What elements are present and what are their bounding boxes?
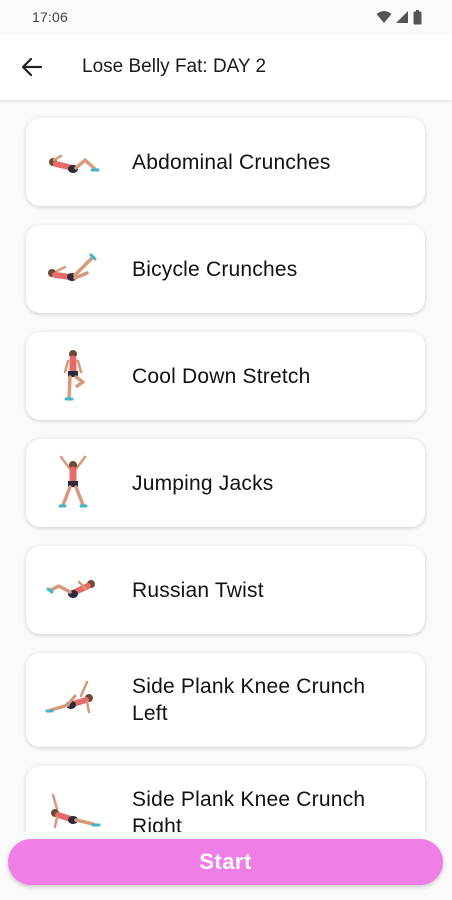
russian-twist-figure-icon xyxy=(46,580,95,598)
side-plank-left-figure-icon xyxy=(45,680,93,714)
exercise-label: Jumping Jacks xyxy=(132,471,274,495)
bicycle-crunches-figure-icon xyxy=(48,253,97,281)
status-icons xyxy=(376,9,422,25)
exercise-thumbnail xyxy=(40,670,106,730)
exercise-card-cool-down-stretch[interactable]: Cool Down Stretch xyxy=(26,332,425,420)
exercise-list[interactable]: Abdominal Crunches Bicycle Crunches Cool… xyxy=(0,100,452,832)
exercise-card-russian-twist[interactable]: Russian Twist xyxy=(26,546,425,634)
exercise-label: Abdominal Crunches xyxy=(132,150,331,174)
exercise-thumbnail xyxy=(40,560,106,620)
exercise-card-side-plank-right[interactable]: Side Plank Knee Crunch Right xyxy=(26,766,425,832)
exercise-label: Russian Twist xyxy=(132,578,264,602)
back-button[interactable] xyxy=(12,47,52,87)
wifi-icon xyxy=(376,11,392,23)
arrow-left-icon xyxy=(21,57,43,77)
jumping-jacks-figure-icon xyxy=(58,455,88,508)
exercise-thumbnail xyxy=(40,346,106,406)
exercise-thumbnail xyxy=(40,783,106,832)
side-plank-right-figure-icon xyxy=(51,793,101,829)
exercise-card-side-plank-left[interactable]: Side Plank Knee Crunch Left xyxy=(26,653,425,747)
signal-icon xyxy=(396,11,408,23)
exercise-card-jumping-jacks[interactable]: Jumping Jacks xyxy=(26,439,425,527)
exercise-label: Cool Down Stretch xyxy=(132,364,311,388)
exercise-card-bicycle-crunches[interactable]: Bicycle Crunches xyxy=(26,225,425,313)
exercise-card-abdominal-crunches[interactable]: Abdominal Crunches xyxy=(26,118,425,206)
start-button[interactable]: Start xyxy=(8,839,443,885)
status-bar: 17:06 xyxy=(0,0,452,34)
status-time: 17:06 xyxy=(32,9,69,25)
page-title: Lose Belly Fat: DAY 2 xyxy=(82,56,267,77)
exercise-label: Bicycle Crunches xyxy=(132,257,298,281)
exercise-thumbnail xyxy=(40,132,106,192)
abdominal-crunches-figure-icon xyxy=(49,154,100,173)
exercise-label: Side Plank Knee Crunch Left xyxy=(132,675,366,725)
app-bar: Lose Belly Fat: DAY 2 xyxy=(0,34,452,100)
battery-icon xyxy=(413,9,422,24)
exercise-label: Side Plank Knee Crunch Right xyxy=(132,788,366,832)
cool-down-stretch-figure-icon xyxy=(63,350,85,401)
exercise-thumbnail xyxy=(40,239,106,299)
exercise-thumbnail xyxy=(40,453,106,513)
